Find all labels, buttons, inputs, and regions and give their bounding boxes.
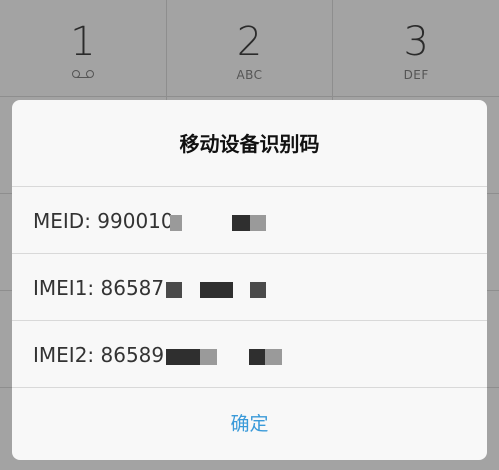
key-digit: 1 <box>70 19 96 65</box>
key-letters: DEF <box>403 68 429 82</box>
dialpad-key-2[interactable]: 2 ABC <box>167 0 334 96</box>
key-digit: 3 <box>403 19 429 65</box>
device-id-dialog: 移动设备识别码 MEID: 990010 IMEI1: 86587 IMEI2:… <box>12 100 487 460</box>
dialog-title: 移动设备识别码 <box>12 100 487 187</box>
imei1-row: IMEI1: 86587 <box>12 254 487 321</box>
redaction-mask <box>166 282 182 298</box>
redaction-mask <box>249 349 265 365</box>
dialpad-key-1[interactable]: 1 <box>0 0 167 96</box>
phone-screen: 1 2 ABC 3 DEF 移动设备识别码 MEID: 990010 IMEI1… <box>0 0 499 470</box>
imei2-value: IMEI2: 86589 <box>33 343 165 367</box>
redaction-mask <box>170 215 182 231</box>
meid-row: MEID: 990010 <box>12 187 487 254</box>
redaction-mask <box>200 282 233 298</box>
confirm-button[interactable]: 确定 <box>12 388 487 460</box>
voicemail-icon <box>71 69 94 79</box>
redaction-mask <box>166 349 200 365</box>
key-digit: 2 <box>236 19 263 65</box>
redaction-mask <box>250 215 266 231</box>
redaction-mask <box>265 349 282 365</box>
imei1-value: IMEI1: 86587 <box>33 276 165 300</box>
redaction-mask <box>232 215 250 231</box>
dialpad-key-3[interactable]: 3 DEF <box>333 0 499 96</box>
key-letters: ABC <box>236 68 263 82</box>
imei2-row: IMEI2: 86589 <box>12 321 487 388</box>
redaction-mask <box>200 349 217 365</box>
redaction-mask <box>250 282 266 298</box>
meid-value: MEID: 990010 <box>33 209 174 233</box>
dialpad-row: 1 2 ABC 3 DEF <box>0 0 499 97</box>
